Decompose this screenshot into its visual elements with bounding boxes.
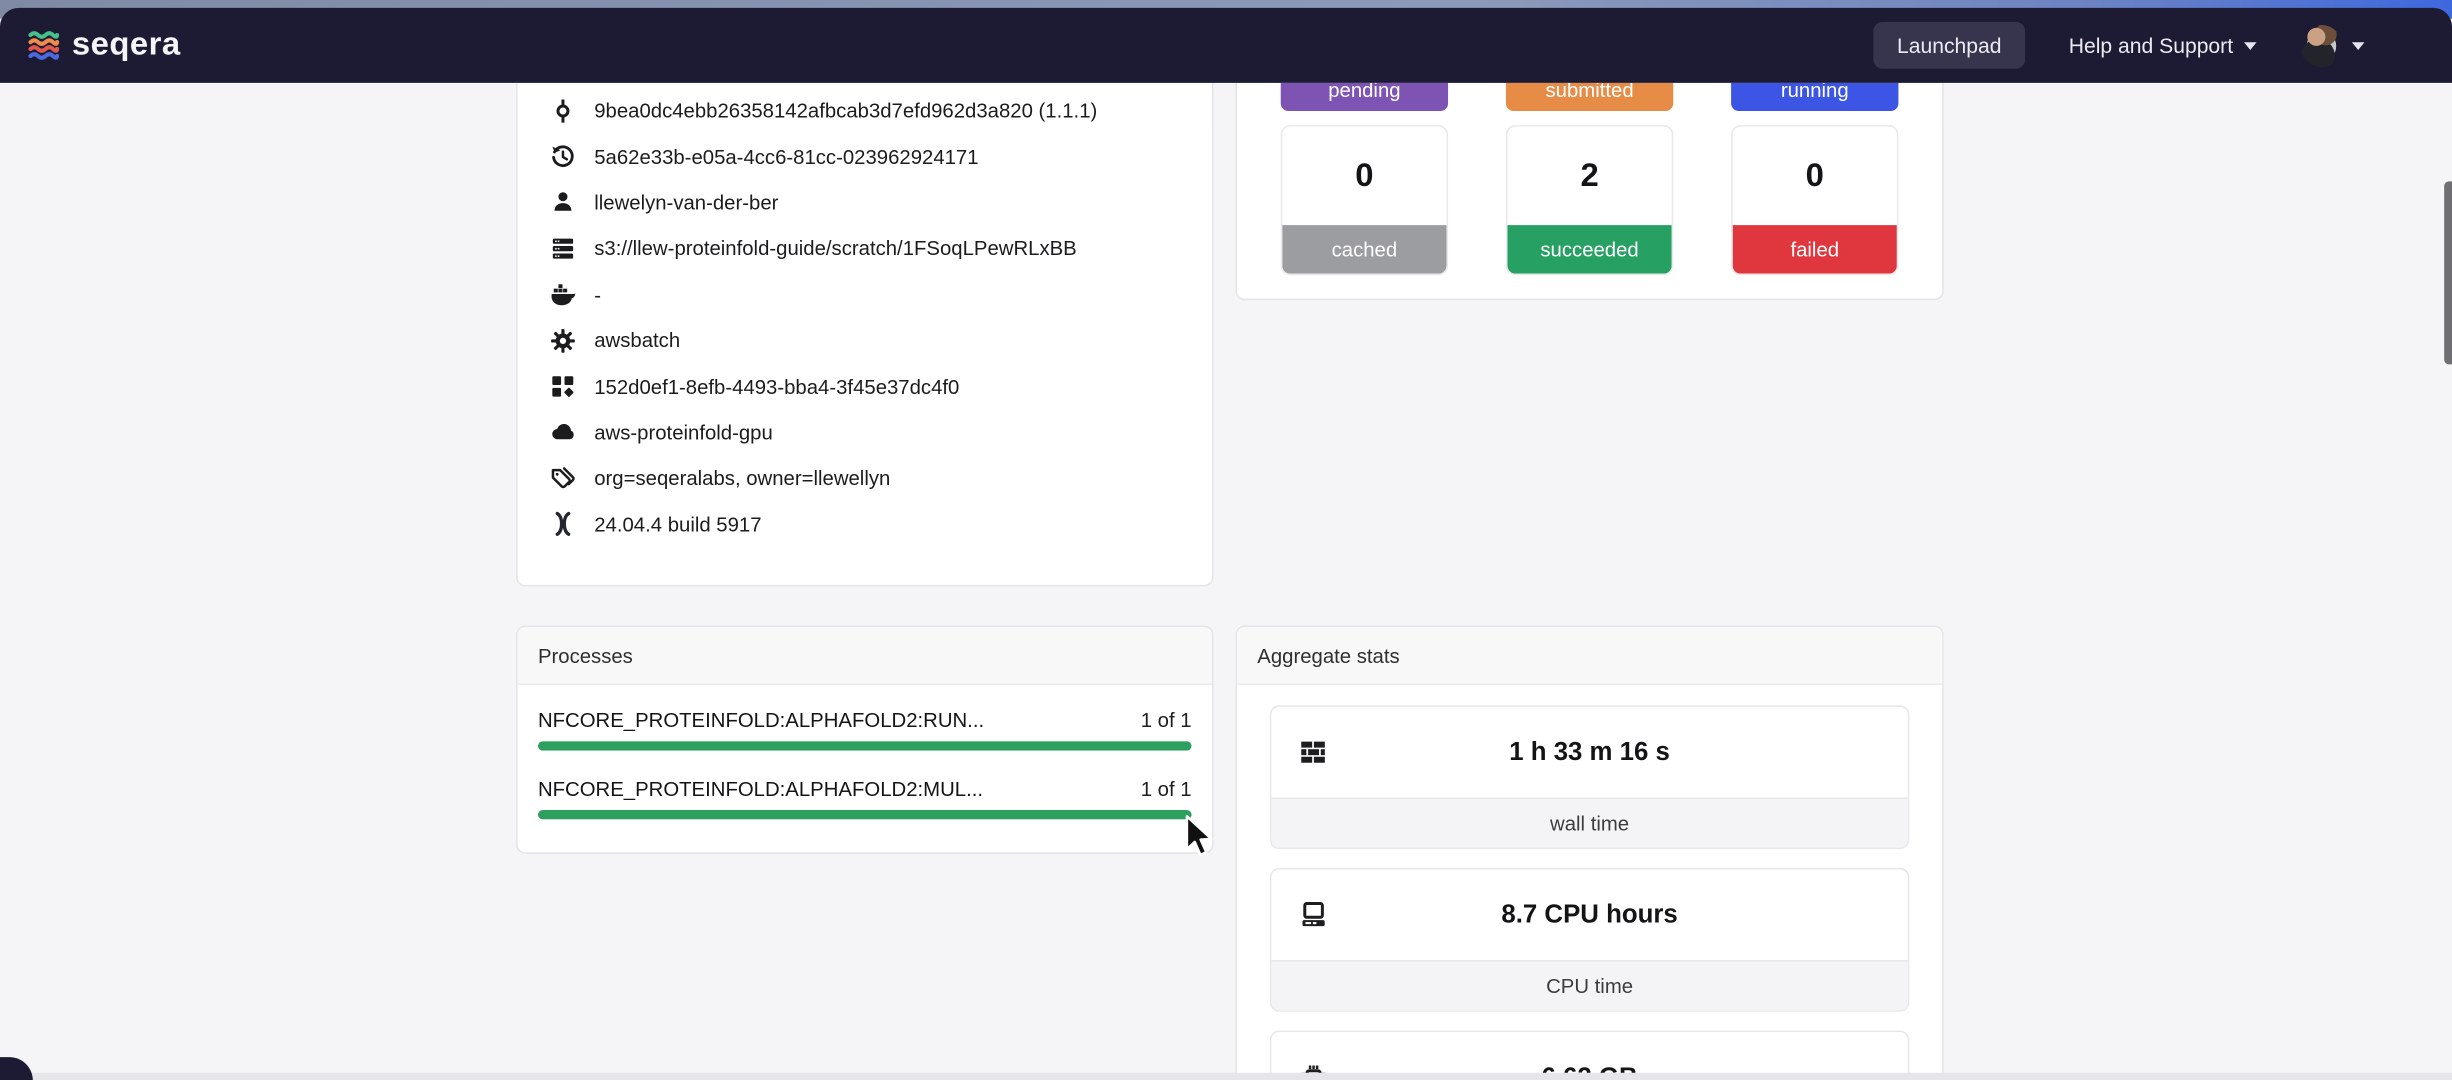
- processes-card: Processes NFCORE_PROTEINFOLD:ALPHAFOLD2:…: [516, 626, 1213, 854]
- status-badge-cached: cached: [1282, 225, 1446, 273]
- stat-count: 0: [1282, 127, 1446, 226]
- process-progressbar: [538, 741, 1192, 750]
- metadata-row-labels: org=seqeralabs, owner=llewellyn: [540, 455, 1191, 501]
- metadata-value: 24.04.4 build 5917: [594, 512, 761, 535]
- metadata-value: 5a62e33b-e05a-4cc6-81cc-023962924171: [594, 145, 978, 168]
- chevron-down-icon: [2352, 41, 2365, 49]
- stat-box-running: running: [1731, 83, 1898, 111]
- metadata-row-executor: awsbatch: [540, 317, 1191, 363]
- stat-count: 2: [1507, 127, 1671, 226]
- mouse-cursor: [1184, 815, 1218, 862]
- help-and-support-label: Help and Support: [2069, 34, 2233, 57]
- aggregate-stats-body: 1 h 33 m 16 s wall time 8.7: [1237, 685, 1942, 1080]
- avatar: [2300, 24, 2342, 66]
- launchpad-button[interactable]: Launchpad: [1874, 22, 2025, 69]
- metadata-row-nextflow-version: 24.04.4 build 5917: [540, 501, 1191, 547]
- metadata-value: s3://llew-proteinfold-guide/scratch/1FSo…: [594, 237, 1076, 260]
- git-commit-icon: [550, 98, 575, 123]
- stat-box-submitted: submitted: [1506, 83, 1673, 111]
- metadata-value: aws-proteinfold-gpu: [594, 421, 773, 444]
- cpu-hours-value: 8.7 CPU hours: [1501, 900, 1677, 930]
- process-name: NFCORE_PROTEINFOLD:ALPHAFOLD2:RUN...: [538, 708, 984, 731]
- stat-box-cached: 0 cached: [1281, 125, 1448, 275]
- docker-icon: [550, 282, 575, 307]
- vertical-scrollbar-thumb[interactable]: [2444, 181, 2452, 364]
- processes-body: NFCORE_PROTEINFOLD:ALPHAFOLD2:RUN... 1 o…: [518, 685, 1212, 819]
- process-name: NFCORE_PROTEINFOLD:ALPHAFOLD2:MUL...: [538, 777, 983, 800]
- history-icon: [550, 144, 575, 169]
- main-content: 9bea0dc4ebb26358142afbcab3d7efd962d3a820…: [0, 83, 2452, 1080]
- user-icon: [550, 190, 575, 215]
- application-window: seqera Launchpad Help and Support 9be: [0, 0, 2452, 1080]
- wall-time-label: wall time: [1271, 798, 1907, 848]
- stat-box-failed: 0 failed: [1731, 125, 1898, 275]
- aggregate-stats-card: Aggregate stats 1 h 33 m 16 s: [1235, 626, 1943, 1080]
- stat-box-succeeded: 2 succeeded: [1506, 125, 1673, 275]
- nextflow-icon: [550, 512, 575, 537]
- status-badge-running: running: [1731, 83, 1898, 111]
- tags-icon: [550, 466, 575, 491]
- metadata-value: -: [594, 283, 601, 306]
- metadata-row-user: llewelyn-van-der-ber: [540, 179, 1191, 225]
- metadata-row-session: 5a62e33b-e05a-4cc6-81cc-023962924171: [540, 134, 1191, 180]
- top-navbar: seqera Launchpad Help and Support: [0, 8, 2452, 83]
- processes-header: Processes: [518, 627, 1212, 685]
- metadata-row-compute-env-name: aws-proteinfold-gpu: [540, 409, 1191, 455]
- process-count: 1 of 1: [1141, 708, 1192, 731]
- process-count: 1 of 1: [1141, 777, 1192, 800]
- stat-box-pending: pending: [1281, 83, 1448, 111]
- metadata-value: awsbatch: [594, 329, 680, 352]
- metadata-row-container: -: [540, 271, 1191, 317]
- process-progress-fill: [538, 741, 1192, 750]
- server-icon: [550, 236, 575, 261]
- status-badge-pending: pending: [1281, 83, 1448, 111]
- metadata-row-workdir: s3://llew-proteinfold-guide/scratch/1FSo…: [540, 225, 1191, 271]
- process-progress-fill: [538, 810, 1192, 819]
- metadata-value: 9bea0dc4ebb26358142afbcab3d7efd962d3a820…: [594, 99, 1097, 122]
- processes-title: Processes: [538, 643, 633, 666]
- metadata-row-commit: 9bea0dc4ebb26358142afbcab3d7efd962d3a820…: [540, 88, 1191, 134]
- process-row[interactable]: NFCORE_PROTEINFOLD:ALPHAFOLD2:RUN... 1 o…: [538, 708, 1192, 750]
- metadata-value: 152d0ef1-8efb-4493-bba4-3f45e37dc4f0: [594, 375, 959, 398]
- status-badge-submitted: submitted: [1506, 83, 1673, 111]
- wall-time-value: 1 h 33 m 16 s: [1509, 737, 1670, 767]
- cloud-icon: [550, 420, 575, 445]
- window-bottom-edge: [0, 1073, 2452, 1080]
- seqera-logo[interactable]: seqera: [27, 27, 181, 65]
- run-metadata-card: 9bea0dc4ebb26358142afbcab3d7efd962d3a820…: [516, 83, 1213, 587]
- status-badge-succeeded: succeeded: [1507, 225, 1671, 273]
- metadata-value: llewelyn-van-der-ber: [594, 191, 778, 214]
- help-and-support-menu[interactable]: Help and Support: [2069, 34, 2257, 57]
- process-progressbar: [538, 810, 1192, 819]
- metadata-row-compute-env-id: 152d0ef1-8efb-4493-bba4-3f45e37dc4f0: [540, 363, 1191, 409]
- computer-icon: [1300, 901, 1328, 929]
- task-status-card: pending submitted running 0 cached 2: [1235, 83, 1943, 300]
- gear-icon: [550, 328, 575, 353]
- cpu-time-label: CPU time: [1271, 960, 1907, 1010]
- status-row-bottom: 0 cached 2 succeeded 0 failed: [1281, 125, 1899, 275]
- status-badge-failed: failed: [1733, 225, 1897, 273]
- chevron-down-icon: [2244, 41, 2257, 49]
- aggregate-stats-title: Aggregate stats: [1257, 643, 1399, 666]
- metadata-value: org=seqeralabs, owner=llewellyn: [594, 466, 890, 489]
- aggregate-stats-header: Aggregate stats: [1237, 627, 1942, 685]
- navbar-right-group: Launchpad Help and Support: [1874, 22, 2365, 69]
- seqera-logo-icon: [27, 28, 61, 62]
- process-row[interactable]: NFCORE_PROTEINFOLD:ALPHAFOLD2:MUL... 1 o…: [538, 777, 1192, 819]
- blocks-icon: [550, 374, 575, 399]
- status-row-top: pending submitted running: [1281, 83, 1899, 111]
- stat-block-wall-time: 1 h 33 m 16 s wall time: [1270, 705, 1910, 849]
- stat-block-cpu-time: 8.7 CPU hours CPU time: [1270, 868, 1910, 1012]
- brand-name: seqera: [72, 27, 181, 65]
- stat-count: 0: [1733, 127, 1897, 226]
- user-avatar-menu[interactable]: [2300, 24, 2364, 66]
- wall-icon: [1300, 738, 1328, 766]
